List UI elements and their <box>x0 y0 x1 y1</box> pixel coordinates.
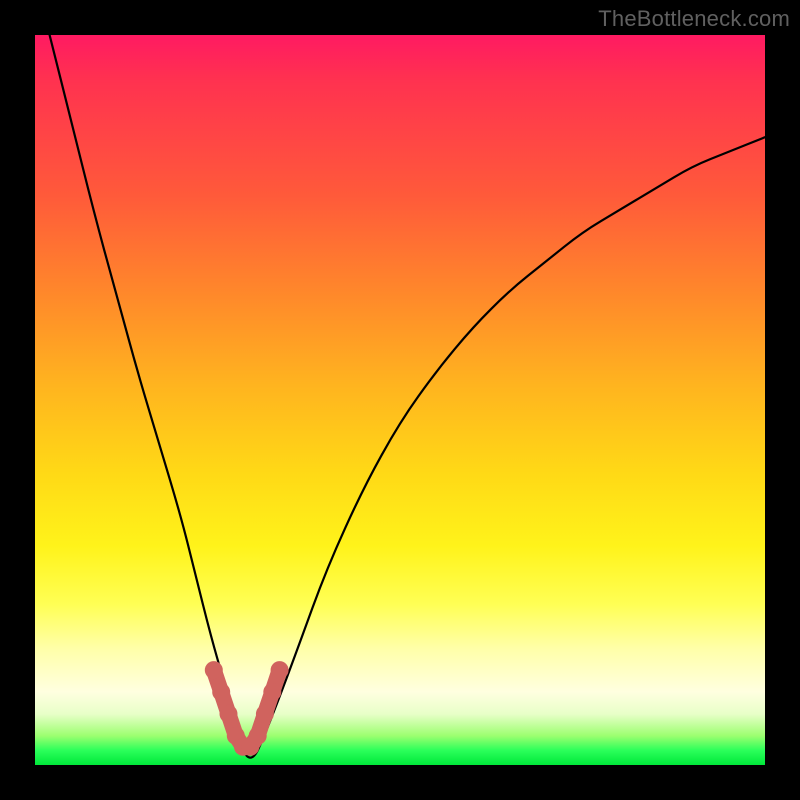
curve-layer <box>35 35 765 765</box>
optimal-zone-dot <box>249 727 267 745</box>
optimal-zone-dot <box>205 661 223 679</box>
optimal-zone-dot <box>212 683 230 701</box>
optimal-zone-dot <box>271 661 289 679</box>
bottleneck-curve <box>50 35 765 758</box>
watermark-text: TheBottleneck.com <box>598 6 790 32</box>
optimal-zone-dot <box>256 705 274 723</box>
optimal-zone-dot <box>263 683 281 701</box>
plot-area <box>35 35 765 765</box>
chart-frame: TheBottleneck.com <box>0 0 800 800</box>
optimal-zone-dot <box>220 705 238 723</box>
